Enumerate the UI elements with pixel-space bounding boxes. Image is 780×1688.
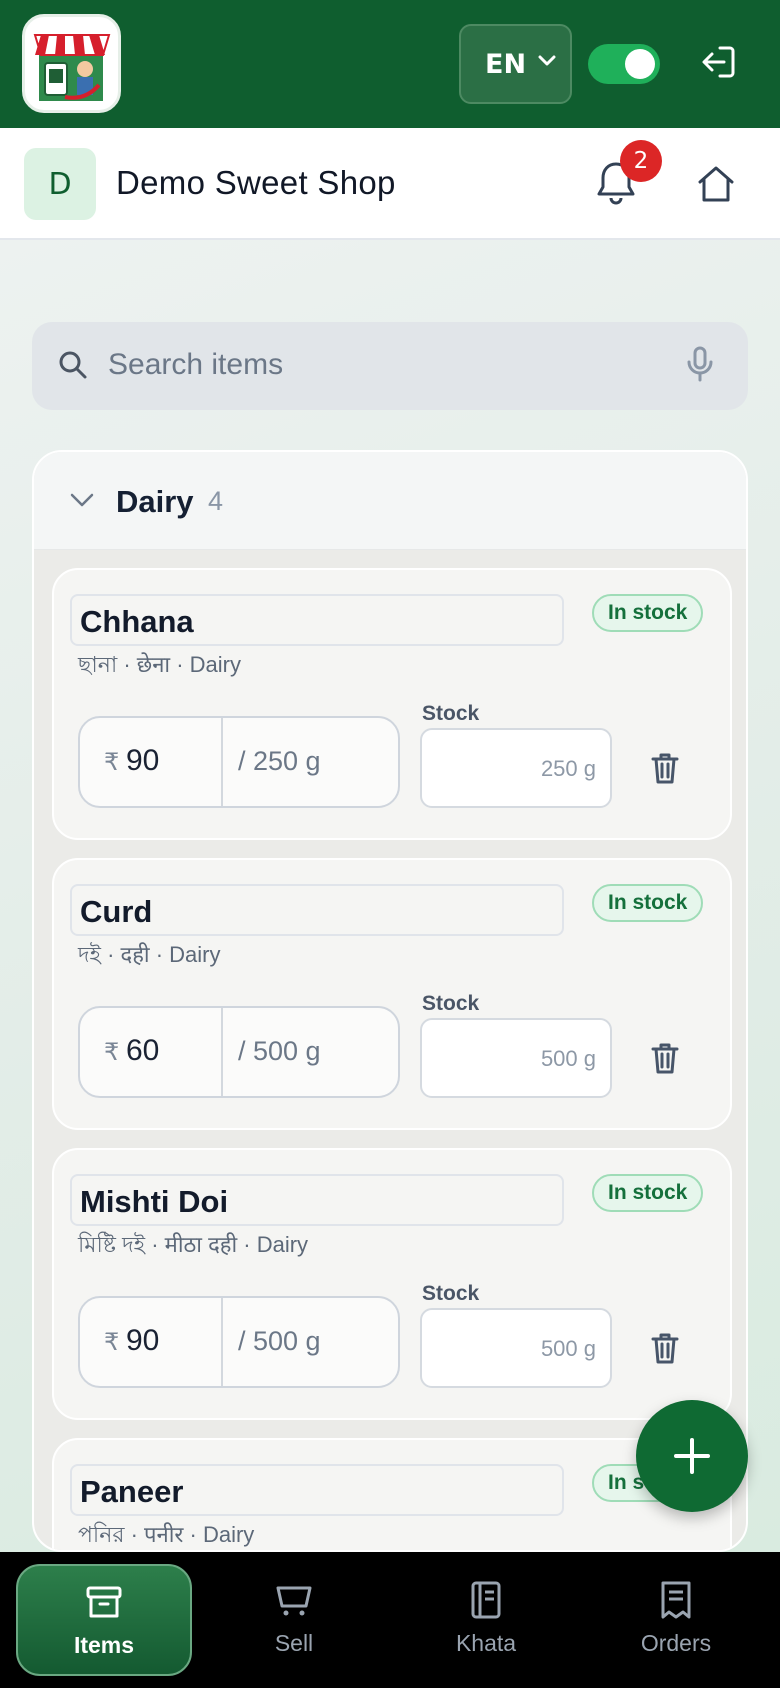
trash-icon[interactable] [650,752,680,784]
stock-input[interactable]: 500 g [420,1018,612,1098]
price-field[interactable]: ₹ 60 / 500 g [78,1006,400,1098]
item-name-field[interactable]: Mishti Doi [70,1174,564,1226]
logout-icon[interactable] [700,44,736,80]
category-title: Dairy [116,484,194,519]
microphone-icon[interactable] [686,346,714,382]
item-card: Mishti Doi মিষ্টি দই · मीठा दही · Dairy … [52,1148,732,1420]
trash-icon[interactable] [650,1042,680,1074]
shop-avatar[interactable]: D [24,148,96,220]
stock-label: Stock [422,1282,480,1305]
shop-name: Demo Sweet Shop [116,164,396,201]
stock-status-badge: In stock [592,594,704,632]
item-card: Paneer পনির · पनीर · Dairy In stock [52,1438,732,1550]
shop-logo[interactable] [22,14,121,113]
item-card: Curd দই · दही · Dairy In stock ₹ 60 / 50… [52,858,732,1130]
receipt-icon [661,1581,691,1619]
currency-symbol: ₹ [104,1038,120,1066]
chevron-down-icon [70,493,94,507]
stock-input[interactable]: 500 g [420,1308,612,1388]
bottom-navigation: Items Sell Khata Orders [0,1552,780,1688]
trash-icon[interactable] [650,1332,680,1364]
item-alias: দই · दही · Dairy [78,942,221,967]
price-divider [221,1298,223,1386]
nav-orders[interactable]: Orders [588,1564,764,1676]
price-value[interactable]: 90 [126,744,159,778]
search-icon [59,351,87,379]
unit-value[interactable]: / 250 g [238,746,321,777]
item-alias: মিষ্টি দই · मीठा दही · Dairy [78,1232,309,1257]
search-input[interactable]: Search items [108,348,283,382]
item-name-field[interactable]: Chhana [70,594,564,646]
stock-input[interactable]: 250 g [420,728,612,808]
nav-label: Orders [640,1630,712,1656]
price-divider [221,1008,223,1096]
item-card: Chhana ছানা · छेना · Dairy In stock ₹ 90… [52,568,732,840]
nav-label: Sell [274,1630,314,1656]
online-toggle[interactable] [588,44,660,84]
nav-items[interactable]: Items [16,1564,192,1676]
item-name-field[interactable]: Curd [70,884,564,936]
notification-badge: 2 [620,140,662,182]
category-header[interactable]: Dairy 4 [34,452,746,550]
language-value: EN [485,48,527,80]
home-icon[interactable] [696,164,736,204]
nav-label: Items [73,1632,135,1658]
shop-logo-icon [33,34,111,101]
price-value[interactable]: 90 [126,1324,159,1358]
item-alias: ছানা · छेना · Dairy [78,652,241,677]
search-bar[interactable]: Search items [32,322,748,410]
nav-khata[interactable]: Khata [398,1564,574,1676]
stock-label: Stock [422,992,480,1015]
unit-value[interactable]: / 500 g [238,1326,321,1357]
plus-icon [674,1438,710,1474]
category-group-dairy: Dairy 4 Chhana ছানা · छेना · Dairy In st… [32,450,748,1552]
price-divider [221,718,223,806]
box-icon [86,1586,122,1618]
price-field[interactable]: ₹ 90 / 500 g [78,1296,400,1388]
category-count: 4 [208,486,224,516]
item-alias: পনির · पनीर · Dairy [78,1522,255,1547]
shop-header: D Demo Sweet Shop 2 [0,128,780,240]
stock-status-badge: In stock [592,884,704,922]
chevron-down-icon [538,55,556,66]
language-select[interactable]: EN [459,24,572,104]
cart-icon [276,1586,312,1616]
stock-status-badge: In stock [592,1174,704,1212]
nav-label: Khata [455,1630,517,1656]
ledger-icon [471,1581,501,1619]
app-top-bar: EN [0,0,780,128]
price-field[interactable]: ₹ 90 / 250 g [78,716,400,808]
currency-symbol: ₹ [104,1328,120,1356]
currency-symbol: ₹ [104,748,120,776]
toggle-knob [625,49,655,79]
add-item-button[interactable] [636,1400,748,1512]
item-name-field[interactable]: Paneer [70,1464,564,1516]
stock-label: Stock [422,702,480,725]
unit-value[interactable]: / 500 g [238,1036,321,1067]
nav-sell[interactable]: Sell [206,1564,382,1676]
price-value[interactable]: 60 [126,1034,159,1068]
